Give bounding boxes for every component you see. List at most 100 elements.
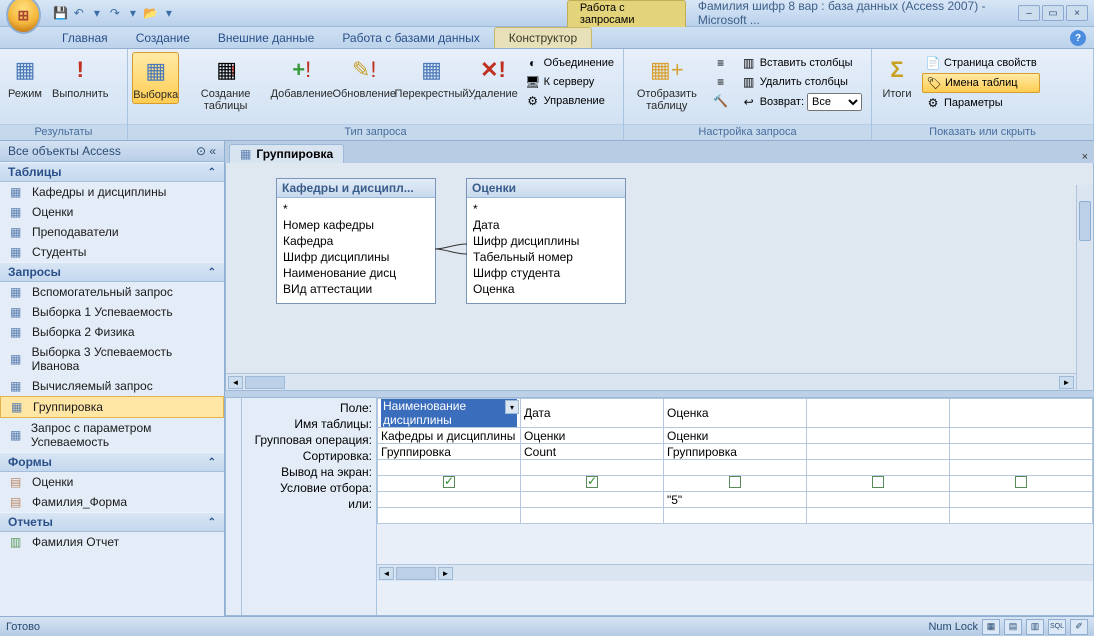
grid-cell[interactable]: Count: [521, 444, 664, 460]
nav-item[interactable]: Выборка 3 Успеваемость Иванова: [0, 342, 224, 376]
delete-rows-button[interactable]: ≡: [710, 73, 732, 91]
query-design-surface[interactable]: Кафедры и дисципл... *Номер кафедрыКафед…: [225, 163, 1094, 391]
table-box-kafedry[interactable]: Кафедры и дисципл... *Номер кафедрыКафед…: [276, 178, 436, 304]
select-query-button[interactable]: ▦ Выборка: [132, 52, 179, 104]
show-checkbox[interactable]: [729, 476, 741, 488]
union-button[interactable]: ◐Объединение: [522, 54, 617, 72]
nav-item[interactable]: Кафедры и дисциплины: [0, 182, 224, 202]
nav-section-reports[interactable]: Отчеты⌃: [0, 512, 224, 532]
minimize-button[interactable]: –: [1018, 5, 1040, 21]
grid-cell[interactable]: Оценки: [521, 428, 664, 444]
close-button[interactable]: ×: [1066, 5, 1088, 21]
grid-cell[interactable]: [950, 399, 1093, 428]
nav-item[interactable]: Преподаватели: [0, 222, 224, 242]
maximize-button[interactable]: ▭: [1042, 5, 1064, 21]
grid-cell[interactable]: [950, 444, 1093, 460]
view-sql-button[interactable]: SQL: [1048, 619, 1066, 635]
server-button[interactable]: 🖥К серверу: [522, 73, 617, 91]
nav-section-forms[interactable]: Формы⌃: [0, 452, 224, 472]
nav-item[interactable]: Фамилия Отчет: [0, 532, 224, 552]
document-tab[interactable]: ▦ Группировка: [229, 144, 344, 163]
totals-button[interactable]: Σ Итоги: [876, 52, 918, 102]
field-item[interactable]: Табельный номер: [473, 249, 619, 265]
show-checkbox[interactable]: [443, 476, 455, 488]
builder-button[interactable]: 🔨: [710, 92, 732, 110]
tablenames-button[interactable]: 🏷Имена таблиц: [922, 73, 1040, 93]
return-select[interactable]: Все: [807, 93, 862, 111]
dropdown-icon[interactable]: ▾: [505, 400, 519, 414]
view-datasheet-button[interactable]: ▦: [982, 619, 1000, 635]
grid-cell[interactable]: [521, 492, 664, 508]
grid-cell[interactable]: Группировка: [378, 444, 521, 460]
field-item[interactable]: Шифр дисциплины: [283, 249, 429, 265]
grid-cell[interactable]: [950, 492, 1093, 508]
field-item[interactable]: Оценка: [473, 281, 619, 297]
grid-cell[interactable]: [950, 460, 1093, 476]
crosstab-button[interactable]: ▦ Перекрестный: [397, 52, 467, 102]
grid-hscroll[interactable]: ◄►: [377, 564, 1093, 581]
grid-cell[interactable]: [807, 476, 950, 492]
nav-item[interactable]: Оценки: [0, 202, 224, 222]
field-item[interactable]: ВИд аттестации: [283, 281, 429, 297]
nav-item[interactable]: Выборка 2 Физика: [0, 322, 224, 342]
field-item[interactable]: Номер кафедры: [283, 217, 429, 233]
view-pivottable-button[interactable]: ▤: [1004, 619, 1022, 635]
field-item[interactable]: *: [473, 201, 619, 217]
field-item[interactable]: Шифр дисциплины: [473, 233, 619, 249]
field-item[interactable]: Наименование дисц: [283, 265, 429, 281]
nav-item[interactable]: Оценки: [0, 472, 224, 492]
grid-cell[interactable]: Оценка: [664, 399, 807, 428]
nav-section-tables[interactable]: Таблицы⌃: [0, 162, 224, 182]
nav-header[interactable]: Все объекты Access ⊙ «: [0, 141, 224, 162]
table-box-ocenki[interactable]: Оценки *ДатаШифр дисциплиныТабельный ном…: [466, 178, 626, 304]
save-icon[interactable]: 💾: [53, 5, 69, 21]
run-button[interactable]: ! Выполнить: [48, 52, 112, 102]
grid-cell[interactable]: [378, 492, 521, 508]
redo-icon[interactable]: ↷: [107, 5, 123, 21]
nav-item[interactable]: Фамилия_Форма: [0, 492, 224, 512]
tab-home[interactable]: Главная: [48, 28, 122, 48]
nav-item[interactable]: Запрос с параметром Успеваемость: [0, 418, 224, 452]
grid-cell[interactable]: [521, 476, 664, 492]
grid-cell[interactable]: [807, 508, 950, 524]
show-checkbox[interactable]: [586, 476, 598, 488]
close-doc-button[interactable]: ×: [1076, 151, 1094, 163]
grid-cell[interactable]: Дата: [521, 399, 664, 428]
tab-dbtools[interactable]: Работа с базами данных: [328, 28, 493, 48]
propsheet-button[interactable]: 📄Страница свойств: [922, 54, 1040, 72]
grid-cell[interactable]: [950, 428, 1093, 444]
view-design-button[interactable]: ✐: [1070, 619, 1088, 635]
grid-cell[interactable]: Кафедры и дисциплины: [378, 428, 521, 444]
view-pivotchart-button[interactable]: ▥: [1026, 619, 1044, 635]
grid-cell[interactable]: Группировка: [664, 444, 807, 460]
update-button[interactable]: ✎! Обновление: [334, 52, 395, 102]
show-checkbox[interactable]: [1015, 476, 1027, 488]
grid-cell[interactable]: [950, 476, 1093, 492]
grid-cell[interactable]: [807, 444, 950, 460]
tab-create[interactable]: Создание: [122, 28, 204, 48]
dropdown-icon[interactable]: ▾: [125, 5, 141, 21]
insert-cols-button[interactable]: ▥Вставить столбцы: [738, 54, 865, 72]
nav-item[interactable]: Выборка 1 Успеваемость: [0, 302, 224, 322]
nav-section-queries[interactable]: Запросы⌃: [0, 262, 224, 282]
design-hscroll[interactable]: ◄►: [226, 373, 1076, 390]
grid-cell[interactable]: Наименование дисциплины▾: [378, 399, 521, 428]
grid-cell[interactable]: [664, 508, 807, 524]
grid-cell[interactable]: [664, 460, 807, 476]
grid-cell[interactable]: [807, 492, 950, 508]
field-item[interactable]: Дата: [473, 217, 619, 233]
grid-cell[interactable]: [664, 476, 807, 492]
open-icon[interactable]: 📂: [143, 5, 159, 21]
nav-item[interactable]: Группировка: [0, 396, 224, 418]
show-checkbox[interactable]: [872, 476, 884, 488]
dropdown-icon[interactable]: ▾: [161, 5, 177, 21]
grid-cell[interactable]: "5": [664, 492, 807, 508]
showtable-button[interactable]: ▦+ Отобразить таблицу: [628, 52, 706, 114]
grid-cell[interactable]: Оценки: [664, 428, 807, 444]
maketable-button[interactable]: ▦! Создание таблицы: [181, 52, 269, 114]
nav-item[interactable]: Вспомогательный запрос: [0, 282, 224, 302]
chevron-down-icon[interactable]: ⊙ «: [196, 144, 216, 158]
design-vscroll[interactable]: [1076, 185, 1093, 390]
delete-cols-button[interactable]: ▥Удалить столбцы: [738, 73, 865, 91]
managed-button[interactable]: ⚙Управление: [522, 92, 617, 110]
